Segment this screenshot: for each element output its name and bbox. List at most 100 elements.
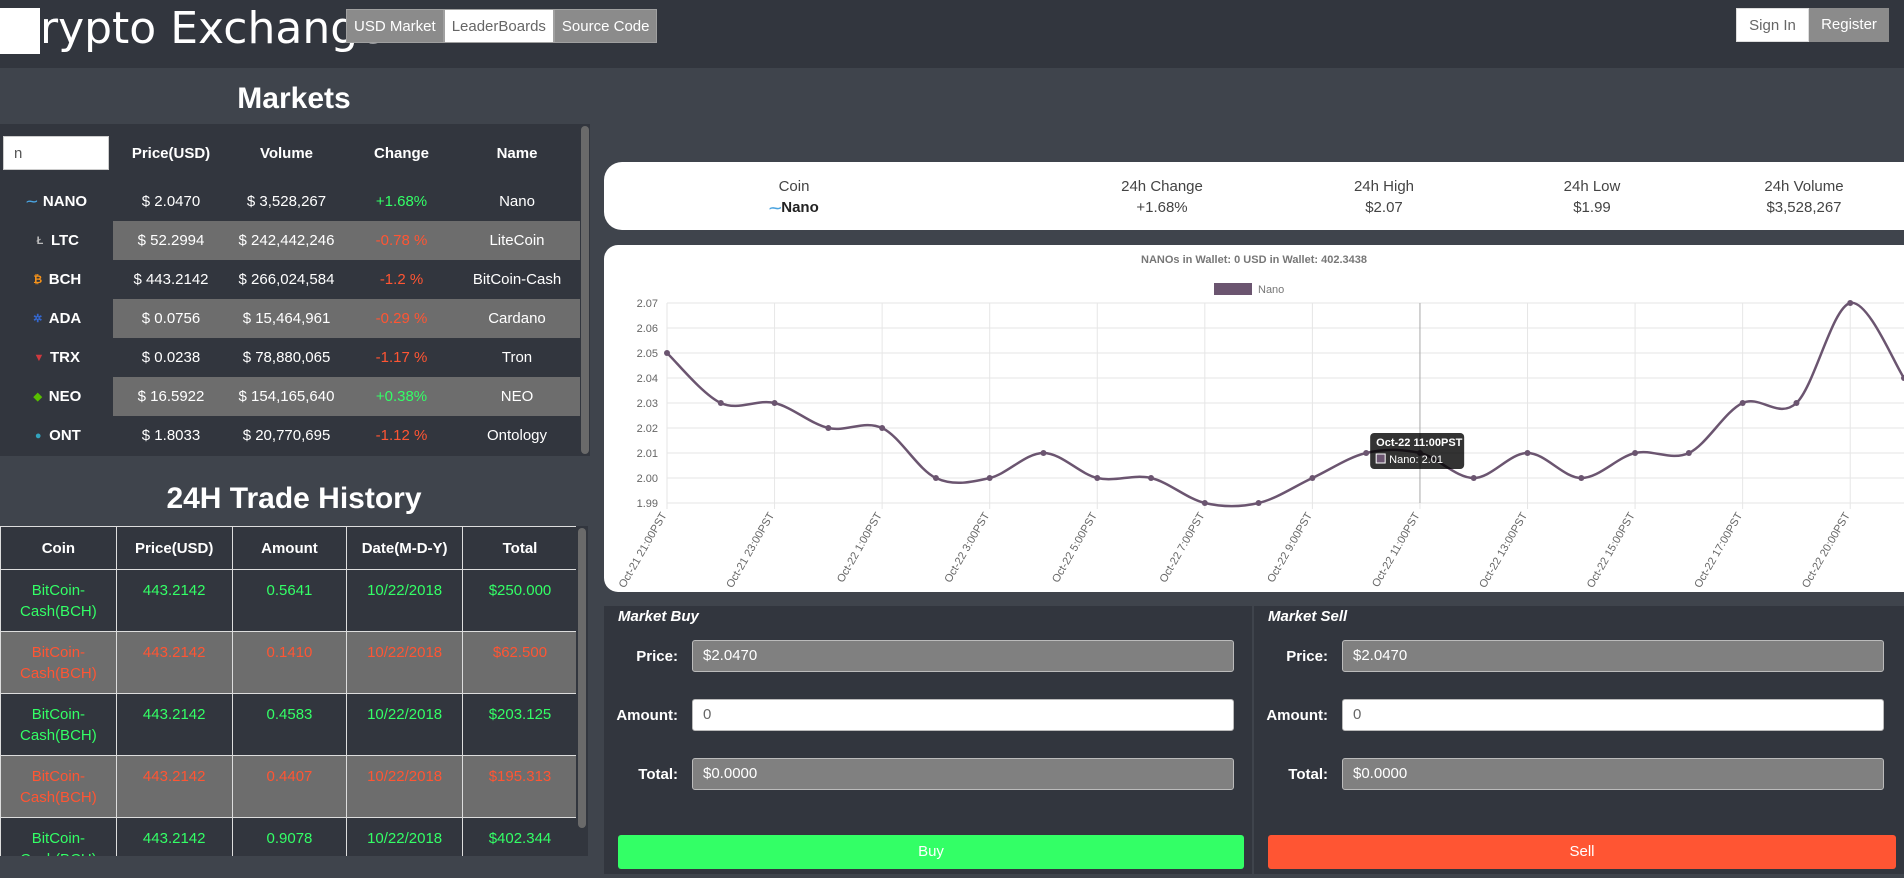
sign-in-button[interactable]: Sign In <box>1736 8 1809 42</box>
market-sell-panel: Market Sell Price: $2.0470 Amount: 0 Tot… <box>1254 606 1904 874</box>
market-coin-cell[interactable]: ✲ ADA <box>0 299 113 338</box>
coin-price: $ 0.0756 <box>141 310 201 327</box>
trade-coin: BitCoin-Cash(BCH) <box>0 693 117 756</box>
market-coin-cell[interactable]: ◆ NEO <box>0 377 113 416</box>
buy-amount-input[interactable]: 0 <box>692 699 1234 731</box>
trade-row: BitCoin-Cash(BCH) 443.2142 0.4407 10/22/201… <box>0 755 578 818</box>
market-row[interactable]: ✲ ADA $ 0.0756 $ 15,464,961 -0.29 % Cardano <box>0 299 582 338</box>
col-coin: Coin <box>0 526 117 570</box>
coin-change: -0.78 % <box>375 232 428 249</box>
trade-total: $62.500 <box>461 631 578 694</box>
x-tick-label: Oct-22 15:00PST <box>1585 510 1638 590</box>
trade-amount: 0.5641 <box>231 569 348 632</box>
coin-volume: $ 15,464,961 <box>242 310 331 327</box>
trade-coin: BitCoin-Cash(BCH) <box>0 569 117 632</box>
data-point <box>1847 300 1854 306</box>
stat-24h-change: 24h Change +1.68% <box>1092 176 1232 218</box>
data-point <box>1094 475 1101 481</box>
y-tick-label: 2.04 <box>637 373 658 385</box>
y-tick-label: 2.01 <box>637 448 658 460</box>
coin-name: Tron <box>501 349 533 366</box>
market-coin-cell[interactable]: ▼ TRX <box>0 338 113 377</box>
history-header-row: Coin Price(USD) Amount Date(M-D-Y) Total <box>0 526 578 570</box>
buy-price-label: Price: <box>636 648 678 665</box>
data-point <box>932 475 939 481</box>
trade-row: BitCoin-Cash(BCH)443.21420.907810/22/201… <box>0 817 578 856</box>
sell-total-label: Total: <box>1288 766 1328 783</box>
market-row[interactable]: ⁓ NANO $ 2.0470 $ 3,528,267 +1.68% Nano <box>0 182 582 221</box>
data-point <box>717 400 724 406</box>
y-tick-label: 2.00 <box>637 473 658 485</box>
col-change[interactable]: Change <box>344 145 459 162</box>
register-button[interactable]: Register <box>1809 8 1889 42</box>
coin-price: $ 0.0238 <box>141 349 201 366</box>
nano-icon: ⁓ <box>769 201 782 215</box>
coin-symbol: BCH <box>48 271 82 288</box>
sell-price-label: Price: <box>1286 648 1328 665</box>
markets-scrollbar-thumb[interactable] <box>581 126 589 454</box>
y-tick-label: 2.07 <box>637 298 658 310</box>
trade-date: 10/22/2018 <box>346 693 463 756</box>
col-date: Date(M-D-Y) <box>346 526 463 570</box>
trade-total: $250.000 <box>461 569 578 632</box>
market-coin-cell[interactable]: ⁓ NANO <box>0 182 113 221</box>
x-tick-label: Oct-22 13:00PST <box>1477 510 1530 590</box>
stat-coin: Coin ⁓Nano <box>744 176 844 219</box>
col-price[interactable]: Price(USD) <box>113 145 229 162</box>
market-coin-cell[interactable]: ₿ BCH <box>0 260 113 299</box>
coin-symbol: NEO <box>48 388 82 405</box>
bitcoin-cash-icon: ₿ <box>33 273 43 286</box>
col-volume[interactable]: Volume <box>229 145 344 162</box>
chart-title: NANOs in Wallet: 0 USD in Wallet: 402.34… <box>1141 254 1367 266</box>
trade-total: $203.125 <box>461 693 578 756</box>
col-total: Total <box>461 526 578 570</box>
market-coin-cell[interactable]: Ł LTC <box>0 221 113 260</box>
nav-leaderboards[interactable]: LeaderBoards <box>443 9 554 43</box>
nav-usd-market[interactable]: USD Market <box>346 9 444 43</box>
data-point <box>1524 450 1531 456</box>
price-chart[interactable]: NANOs in Wallet: 0 USD in Wallet: 402.34… <box>604 245 1904 592</box>
buy-button[interactable]: Buy <box>618 835 1244 869</box>
data-point <box>1685 450 1692 456</box>
market-row[interactable]: ₿ BCH $ 443.2142 $ 266,024,584 -1.2 % BitCoin… <box>0 260 582 299</box>
market-row[interactable]: ▼ TRX $ 0.0238 $ 78,880,065 -1.17 % Tron <box>0 338 582 377</box>
col-name[interactable]: Name <box>459 145 575 162</box>
coin-change: +0.38% <box>375 388 428 405</box>
data-point <box>1363 450 1370 456</box>
coin-volume: $ 266,024,584 <box>238 271 335 288</box>
market-coin-cell[interactable]: ● ONT <box>0 416 113 455</box>
markets-header-row: Price(USD) Volume Change Name <box>0 124 582 182</box>
sell-button[interactable]: Sell <box>1268 835 1896 869</box>
x-tick-label: Oct-22 11:00PST <box>1370 510 1423 589</box>
nano-icon: ⁓ <box>26 195 38 208</box>
stat-high-label: 24h High <box>1353 178 1415 195</box>
coin-search-input[interactable] <box>3 136 109 170</box>
nav-source-code[interactable]: Source Code <box>553 9 658 43</box>
history-scrollbar-thumb[interactable] <box>578 528 586 828</box>
logo <box>0 8 40 54</box>
tron-icon: ▼ <box>33 351 45 364</box>
buy-total-field: $0.0000 <box>692 758 1234 790</box>
neo-icon: ◆ <box>33 390 42 403</box>
data-point <box>1040 450 1047 456</box>
market-buy-title: Market Buy <box>618 608 699 625</box>
data-point <box>1739 400 1746 406</box>
market-row[interactable]: ◆ NEO $ 16.5922 $ 154,165,640 +0.38% NEO <box>0 377 582 416</box>
coin-price: $ 16.5922 <box>137 388 205 405</box>
coin-name: Cardano <box>488 310 546 327</box>
markets-title: Markets <box>237 82 351 115</box>
history-title: 24H Trade History <box>166 482 422 515</box>
stat-24h-high: 24h High $2.07 <box>1314 176 1454 218</box>
market-row[interactable]: Ł LTC $ 52.2994 $ 242,442,246 -0.78 % LiteCoi… <box>0 221 582 260</box>
trade-price: 443.2142 <box>115 631 233 694</box>
data-point <box>664 350 670 356</box>
trade-date: 10/22/2018 <box>346 817 463 856</box>
series-line-nano <box>666 301 1904 508</box>
buy-total-label: Total: <box>638 766 678 783</box>
coin-name: NEO <box>500 388 534 405</box>
sell-amount-input[interactable]: 0 <box>1342 699 1884 731</box>
market-row[interactable]: ● ONT $ 1.8033 $ 20,770,695 -1.12 % Ontology <box>0 416 582 455</box>
x-tick-label: Oct-22 5:00PST <box>1050 510 1100 585</box>
coin-volume: $ 78,880,065 <box>242 349 331 366</box>
trade-row: BitCoin-Cash(BCH) 443.2142 0.1410 10/22/201… <box>0 631 578 694</box>
